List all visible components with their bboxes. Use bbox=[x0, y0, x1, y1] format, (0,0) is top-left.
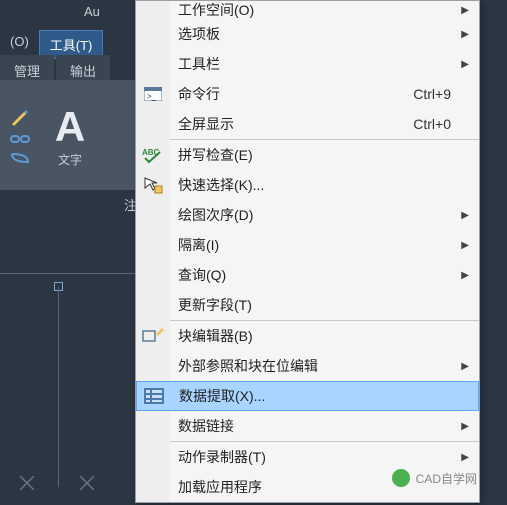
menu-item-label: 拼写检查(E) bbox=[170, 145, 479, 165]
menu-item[interactable]: >_ 命令行Ctrl+9 bbox=[136, 79, 479, 109]
menu-item[interactable]: 更新字段(T) bbox=[136, 290, 479, 320]
member-icon[interactable] bbox=[10, 152, 30, 164]
blank bbox=[136, 109, 170, 139]
menu-item-label: 工作空间(O) bbox=[170, 0, 479, 20]
dataextract-icon bbox=[137, 382, 171, 410]
cmd-icon: >_ bbox=[136, 79, 170, 109]
menu-item[interactable]: 块编辑器(B) bbox=[136, 321, 479, 351]
menu-item[interactable]: 加载应用程序 bbox=[136, 472, 479, 502]
submenu-arrow-icon: ▶ bbox=[461, 240, 469, 251]
blank bbox=[136, 472, 170, 502]
blockedit-icon bbox=[136, 321, 170, 351]
menu-item-label: 快速选择(K)... bbox=[170, 175, 479, 195]
menu-item-label: 数据提取(X)... bbox=[171, 386, 478, 406]
blank bbox=[136, 290, 170, 320]
ribbon-text-label: 文字 bbox=[58, 151, 82, 168]
snap-marker-icon bbox=[80, 476, 94, 490]
menu-item-label: 全屏显示 bbox=[170, 114, 413, 134]
menu-item[interactable]: 动作录制器(T)▶ bbox=[136, 442, 479, 472]
menu-item-label: 外部参照和块在位编辑 bbox=[170, 356, 479, 376]
menu-item[interactable]: 外部参照和块在位编辑▶ bbox=[136, 351, 479, 381]
blank bbox=[136, 442, 170, 472]
menu-item[interactable]: 查询(Q)▶ bbox=[136, 260, 479, 290]
blank bbox=[136, 411, 170, 441]
canvas-vertical-line bbox=[58, 287, 59, 487]
quickselect-icon bbox=[136, 170, 170, 200]
submenu-arrow-icon: ▶ bbox=[461, 270, 469, 281]
canvas-guide-line bbox=[0, 273, 135, 274]
menu-item[interactable]: 数据提取(X)... bbox=[136, 381, 479, 411]
blank bbox=[136, 230, 170, 260]
menu-item-label: 数据链接 bbox=[170, 416, 479, 436]
menu-item-label: 工具栏 bbox=[170, 54, 479, 74]
menu-item[interactable]: 绘图次序(D)▶ bbox=[136, 200, 479, 230]
menu-item-label: 隔离(I) bbox=[170, 235, 479, 255]
menu-item-shortcut: Ctrl+0 bbox=[413, 116, 479, 132]
tools-dropdown-menu: 工作空间(O)▶选项板▶工具栏▶>_命令行Ctrl+9全屏显示Ctrl+0ABC… bbox=[135, 0, 480, 503]
ribbon-text-button[interactable]: A 文字 bbox=[40, 80, 100, 190]
submenu-arrow-icon: ▶ bbox=[461, 5, 469, 16]
submenu-arrow-icon: ▶ bbox=[461, 210, 469, 221]
menu-item-label: 查询(Q) bbox=[170, 265, 479, 285]
blank bbox=[136, 351, 170, 381]
menu-item-shortcut: Ctrl+9 bbox=[413, 86, 479, 102]
blank bbox=[136, 19, 170, 49]
menu-item-label: 加载应用程序 bbox=[170, 477, 479, 497]
blank bbox=[136, 200, 170, 230]
blank bbox=[136, 1, 170, 19]
submenu-arrow-icon: ▶ bbox=[461, 59, 469, 70]
blank bbox=[136, 49, 170, 79]
text-glyph-icon: A bbox=[55, 103, 85, 151]
abc-icon: ABC bbox=[136, 140, 170, 170]
menu-item-label: 更新字段(T) bbox=[170, 295, 479, 315]
title-bar-fragment: Au bbox=[80, 0, 104, 23]
menu-item-label: 选项板 bbox=[170, 24, 479, 44]
submenu-arrow-icon: ▶ bbox=[461, 361, 469, 372]
menu-item[interactable]: 工作空间(O)▶ bbox=[136, 1, 479, 19]
menu-item[interactable]: 快速选择(K)... bbox=[136, 170, 479, 200]
link-icon[interactable] bbox=[10, 132, 30, 146]
submenu-arrow-icon: ▶ bbox=[461, 421, 469, 432]
menu-item-label: 命令行 bbox=[170, 84, 413, 104]
submenu-arrow-icon: ▶ bbox=[461, 29, 469, 40]
pencil-icon[interactable] bbox=[10, 106, 30, 126]
svg-text:>_: >_ bbox=[147, 92, 157, 101]
menu-item[interactable]: 选项板▶ bbox=[136, 19, 479, 49]
menu-item-label: 块编辑器(B) bbox=[170, 326, 479, 346]
menu-item[interactable]: 全屏显示Ctrl+0 bbox=[136, 109, 479, 139]
menu-item[interactable]: 工具栏▶ bbox=[136, 49, 479, 79]
menu-item-label: 绘图次序(D) bbox=[170, 205, 479, 225]
menu-item[interactable]: 隔离(I)▶ bbox=[136, 230, 479, 260]
submenu-arrow-icon: ▶ bbox=[461, 452, 469, 463]
snap-marker-icon bbox=[20, 476, 34, 490]
ribbon-panel: A 文字 bbox=[0, 80, 135, 190]
blank bbox=[136, 260, 170, 290]
menu-item[interactable]: 数据链接▶ bbox=[136, 411, 479, 441]
menu-item[interactable]: ABC拼写检查(E) bbox=[136, 140, 479, 170]
menu-item-label: 动作录制器(T) bbox=[170, 447, 479, 467]
